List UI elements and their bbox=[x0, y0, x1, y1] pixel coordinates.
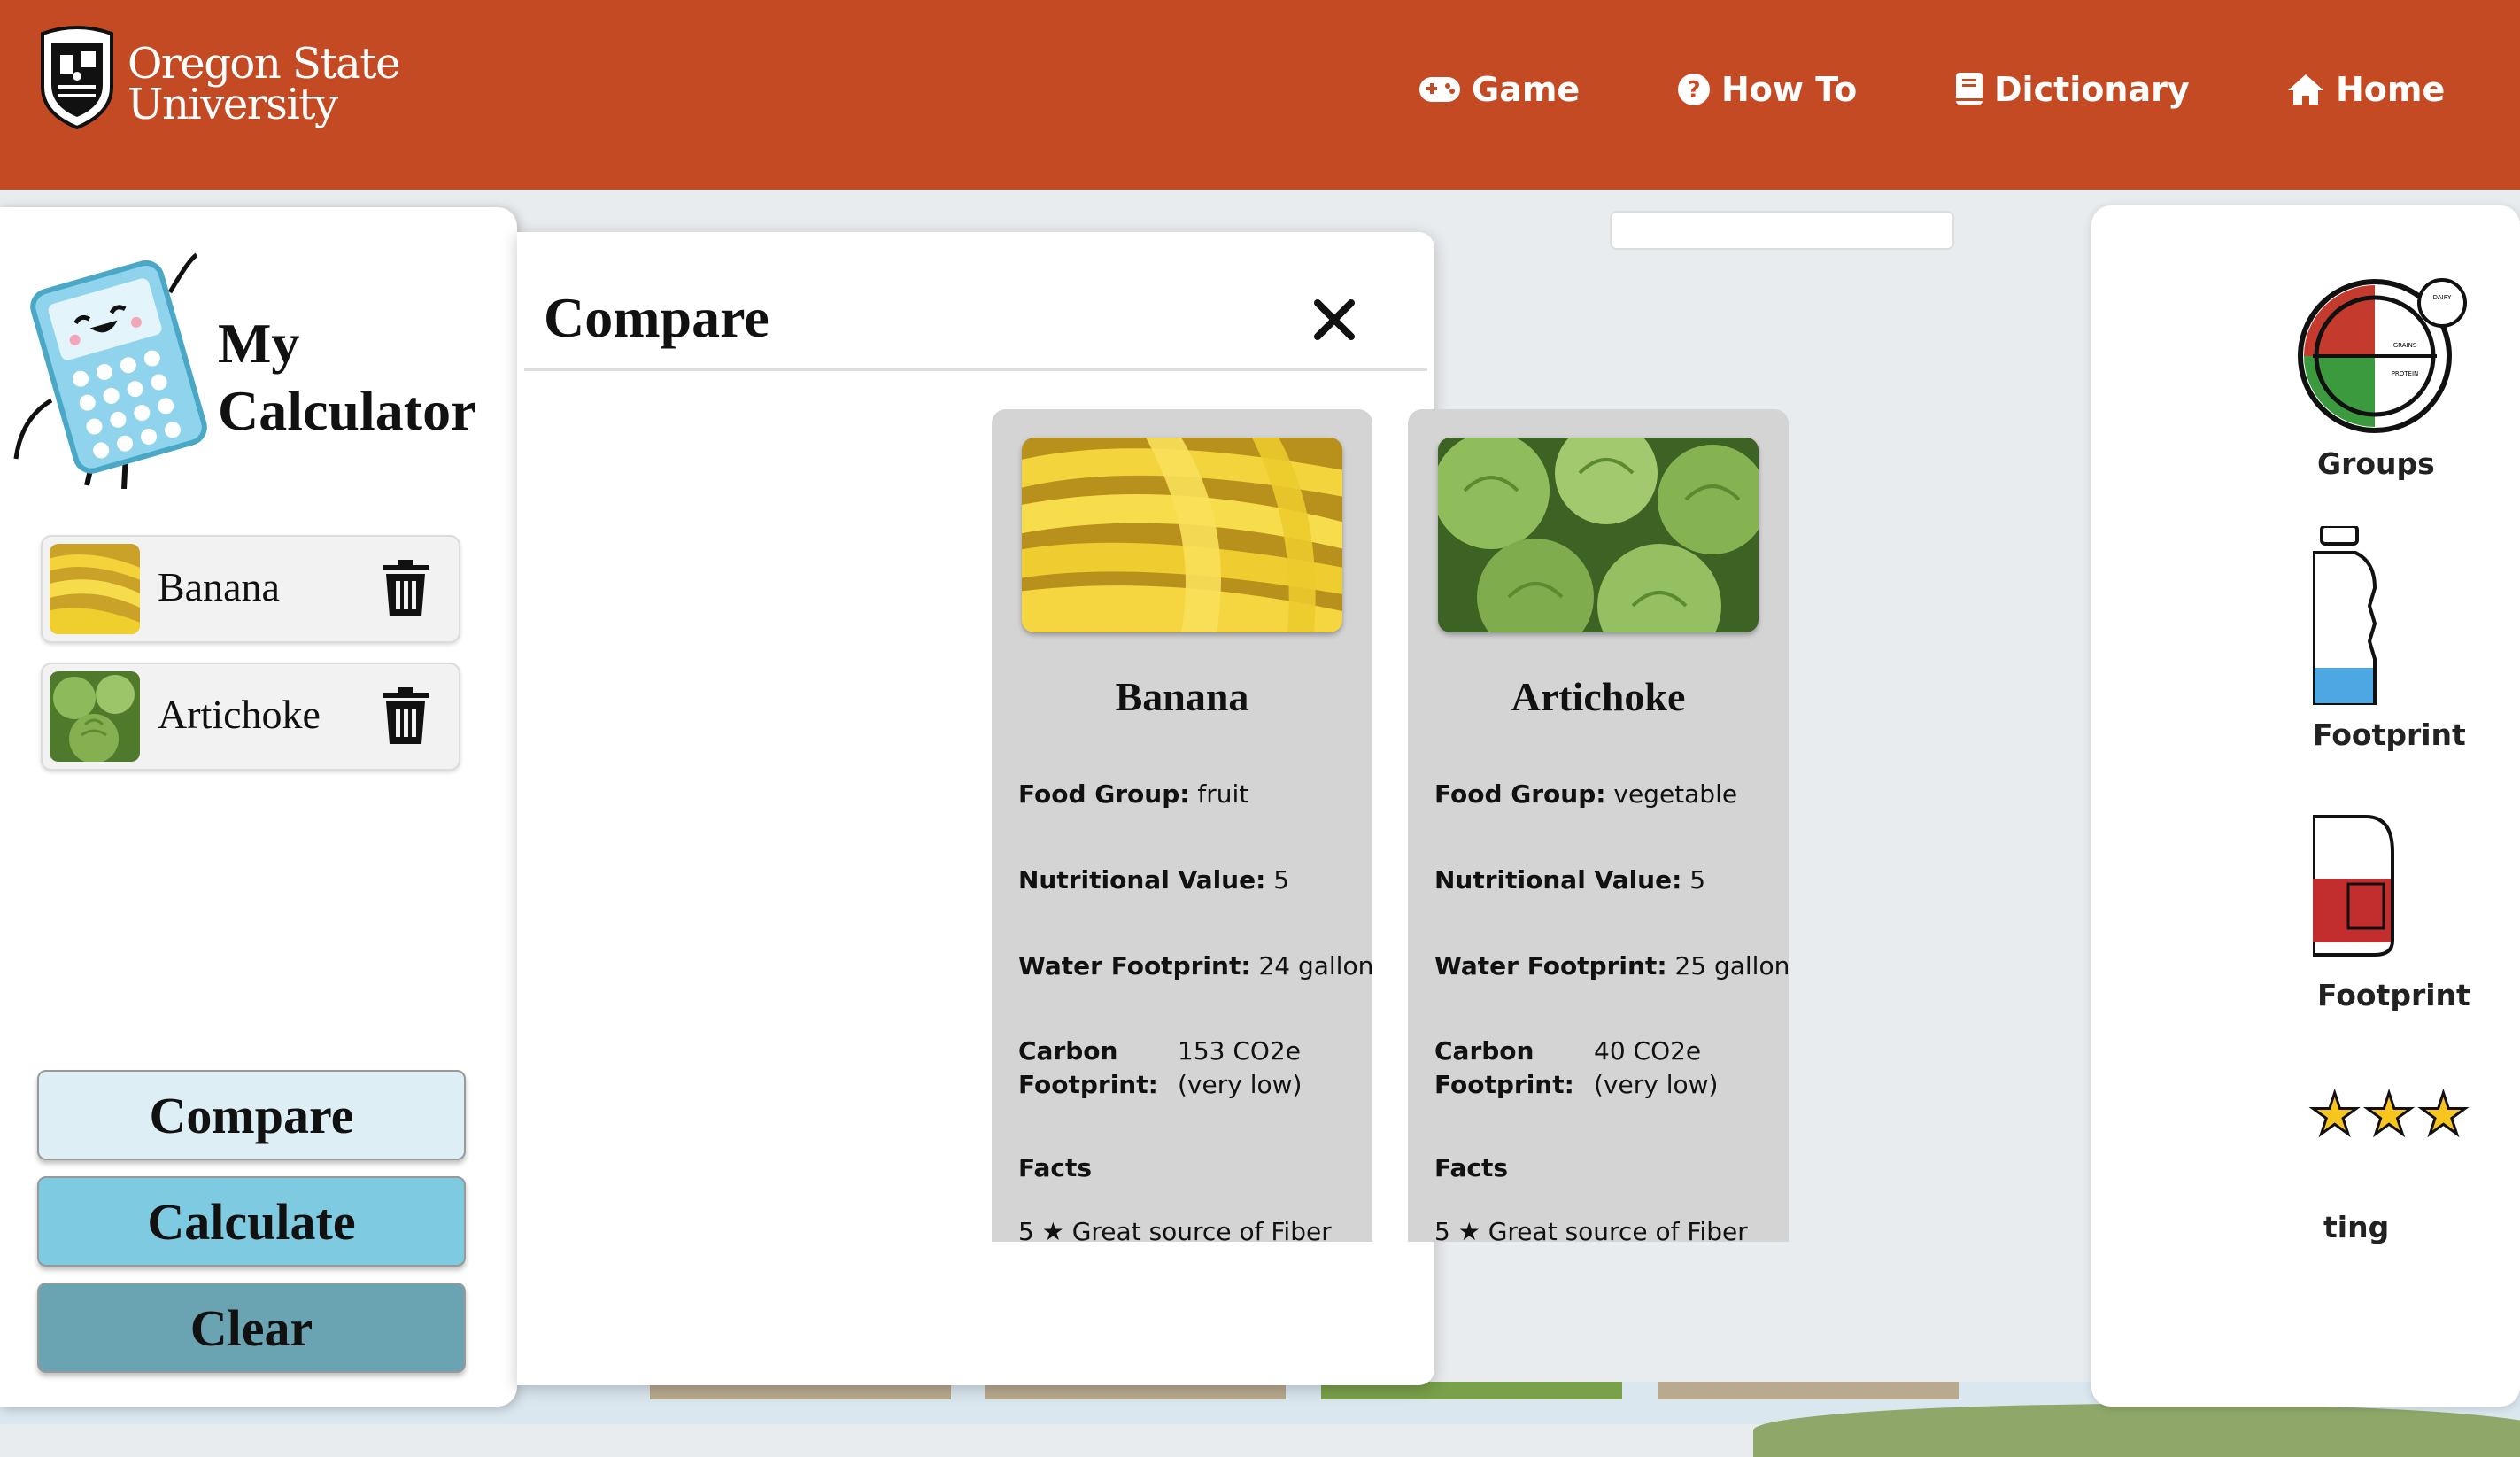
nutritional-value-label: Nutritional Value: bbox=[1434, 865, 1682, 895]
bg-label-carbon-footprint: Footprint bbox=[2317, 978, 2470, 1012]
food-group-value: vegetable bbox=[1613, 779, 1738, 809]
fact-item: 5 ★ Great source of Fiber bbox=[1434, 1217, 1748, 1242]
food-group-label: Food Group: bbox=[1018, 779, 1190, 809]
carbon-footprint-value: 153 CO2e bbox=[1178, 1036, 1301, 1066]
water-footprint-label: Water Footprint: bbox=[1018, 951, 1251, 980]
carbon-footprint-label-1: Carbon bbox=[1018, 1036, 1118, 1066]
water-footprint-row: Water Footprint: 25 gallons bbox=[1434, 951, 1789, 980]
calculator-title-line2: Calculator bbox=[218, 379, 476, 442]
top-navbar: Oregon State University Game ? How To Di… bbox=[0, 0, 2520, 190]
bg-label-water-footprint: Footprint bbox=[2313, 717, 2466, 752]
carbon-footprint-row: Carbon Footprint: 40 CO2e (very low) bbox=[1434, 1036, 1771, 1107]
calculate-button[interactable]: Calculate bbox=[37, 1176, 466, 1267]
clear-button[interactable]: Clear bbox=[37, 1283, 466, 1373]
artichoke-photo bbox=[1438, 438, 1759, 632]
nav-dictionary[interactable]: Dictionary bbox=[1955, 58, 2190, 120]
calculator-title-line1: My bbox=[218, 312, 300, 375]
rating-stars: ★★★ bbox=[2307, 1081, 2473, 1150]
carbon-footprint-row: Carbon Footprint: 153 CO2e (very low) bbox=[1018, 1036, 1355, 1107]
card-food-name: Banana bbox=[1115, 674, 1249, 719]
compare-button[interactable]: Compare bbox=[37, 1070, 466, 1160]
water-footprint-value: 25 gallons bbox=[1674, 951, 1789, 980]
compare-card-artichoke: Artichoke Food Group: vegetable Nutritio… bbox=[1408, 409, 1789, 1242]
nutritional-value: 5 bbox=[1273, 865, 1290, 895]
close-icon[interactable] bbox=[1303, 289, 1365, 351]
food-group-row: Food Group: vegetable bbox=[1434, 779, 1737, 809]
plate-label-grains: GRAINS bbox=[2393, 342, 2417, 349]
water-footprint-value: 24 gallons bbox=[1258, 951, 1372, 980]
plate-label-dairy: DAIRY bbox=[2433, 294, 2453, 301]
trash-icon[interactable] bbox=[379, 560, 432, 618]
nutritional-value: 5 bbox=[1689, 865, 1706, 895]
book-icon bbox=[1956, 73, 1983, 105]
banana-thumbnail bbox=[50, 544, 140, 634]
facts-heading: Facts bbox=[1018, 1153, 1092, 1182]
carbon-footprint-rating: (very low) bbox=[1594, 1070, 1719, 1099]
water-footprint-row: Water Footprint: 24 gallons bbox=[1018, 951, 1372, 980]
food-group-label: Food Group: bbox=[1434, 779, 1606, 809]
card-food-name: Artichoke bbox=[1511, 674, 1686, 719]
background-hill bbox=[1753, 1404, 2520, 1457]
nav-how-to[interactable]: ? How To bbox=[1677, 58, 1857, 120]
logo-text-line2: University bbox=[128, 80, 338, 129]
water-footprint-label: Water Footprint: bbox=[1434, 951, 1667, 980]
trash-icon[interactable] bbox=[379, 687, 432, 746]
artichoke-thumbnail bbox=[50, 671, 140, 762]
compare-modal: Compare Banana Food Group: fruit Nutriti… bbox=[517, 232, 1789, 1385]
nutritional-value-row: Nutritional Value: 5 bbox=[1018, 865, 1289, 895]
nav-home-label: Home bbox=[2336, 70, 2446, 109]
food-group-row: Food Group: fruit bbox=[1018, 779, 1248, 809]
gamepad-icon bbox=[1419, 77, 1460, 102]
carbon-footprint-label-2: Footprint: bbox=[1018, 1070, 1158, 1099]
home-icon bbox=[2288, 74, 2323, 105]
background-food-thumb bbox=[1658, 1382, 1959, 1399]
food-plate-icon: DAIRY GRAINS PROTEIN bbox=[2298, 278, 2467, 433]
background-search-tab bbox=[1610, 211, 1954, 250]
calculator-item-name: Artichoke bbox=[158, 692, 321, 737]
facts-label: Facts bbox=[1434, 1153, 1509, 1182]
calculator-item[interactable]: Artichoke bbox=[41, 663, 460, 771]
calculator-panel: My Calculator Banana Artichoke Compare C… bbox=[0, 207, 517, 1407]
bg-label-groups: Groups bbox=[2317, 446, 2435, 481]
nav-game-label: Game bbox=[1472, 70, 1581, 109]
nutritional-value-label: Nutritional Value: bbox=[1018, 865, 1266, 895]
svg-text:?: ? bbox=[1687, 77, 1700, 104]
plate-label-protein: PROTEIN bbox=[2392, 370, 2419, 377]
calculator-item-name: Banana bbox=[158, 564, 280, 609]
food-group-value: fruit bbox=[1197, 779, 1249, 809]
compare-card-banana: Banana Food Group: fruit Nutritional Val… bbox=[992, 409, 1372, 1242]
carbon-jar-icon bbox=[2313, 815, 2394, 957]
banana-photo bbox=[1022, 438, 1342, 632]
facts-label: Facts bbox=[1018, 1153, 1093, 1182]
nav-home[interactable]: Home bbox=[2286, 58, 2445, 120]
carbon-footprint-label-2: Footprint: bbox=[1434, 1070, 1574, 1099]
facts-heading: Facts bbox=[1434, 1153, 1508, 1182]
background-info-panel: DAIRY GRAINS PROTEIN Groups Footprint Fo… bbox=[2091, 205, 2520, 1407]
nutritional-value-row: Nutritional Value: 5 bbox=[1434, 865, 1705, 895]
nav-dictionary-label: Dictionary bbox=[1994, 70, 2190, 109]
nav-how-to-label: How To bbox=[1721, 70, 1858, 109]
modal-divider bbox=[524, 368, 1427, 371]
carbon-footprint-label-1: Carbon bbox=[1434, 1036, 1534, 1066]
modal-title: Compare bbox=[544, 286, 769, 349]
calculator-item[interactable]: Banana bbox=[41, 535, 460, 643]
calculator-mascot-icon bbox=[13, 252, 207, 489]
question-circle-icon: ? bbox=[1678, 74, 1710, 105]
carbon-footprint-rating: (very low) bbox=[1178, 1070, 1303, 1099]
nav-game[interactable]: Game bbox=[1418, 58, 1580, 120]
osu-logo[interactable]: Oregon State University bbox=[34, 23, 441, 138]
bg-label-rating: ting bbox=[2323, 1210, 2390, 1244]
calculator-title: My Calculator bbox=[218, 310, 476, 445]
carbon-footprint-value: 40 CO2e bbox=[1594, 1036, 1702, 1066]
osu-seal-icon bbox=[41, 26, 113, 129]
fact-item: 5 ★ Great source of Fiber bbox=[1018, 1217, 1332, 1242]
water-bottle-icon bbox=[2313, 526, 2377, 705]
